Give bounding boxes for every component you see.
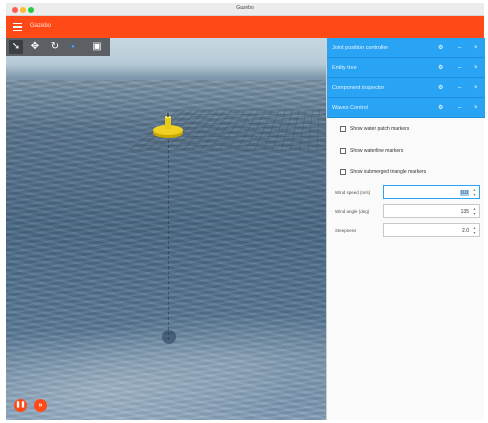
minimize-icon[interactable]: – [458,44,461,52]
wind-speed-spinner[interactable]: ▲ ▼ [472,188,477,197]
mooring-line [168,140,169,340]
plugin-entity-tree[interactable]: Entity tree ⚙ – × [327,58,485,78]
select-arrow-icon[interactable]: ➘ [9,40,23,54]
wind-speed-value[interactable]: 0.0 [460,190,469,196]
buoy-model[interactable] [152,113,184,139]
spin-up-icon[interactable]: ▲ [473,226,476,230]
wind-angle-input[interactable]: 135 ▲ ▼ [383,204,480,218]
wind-angle-label: Wind angle (deg) [335,209,370,214]
3d-scene-viewport[interactable]: ➘ ✥ ↻ ● ▣ ❚❚ » [6,38,326,420]
screenshot-icon[interactable]: ▣ [90,40,104,54]
scene-toolbar: ➘ ✥ ↻ ● ▣ [6,38,110,56]
close-icon[interactable]: × [474,44,478,52]
settings-icon[interactable]: ⚙ [438,44,443,52]
spin-up-icon[interactable]: ▲ [473,207,476,211]
minimize-icon[interactable]: – [458,104,461,112]
window-titlebar: Gazebo [6,3,484,16]
app-bar: Gazebo [6,16,484,38]
hamburger-menu-icon[interactable] [13,23,22,32]
checkbox-label: Show submerged triangle markers [350,169,427,175]
close-icon[interactable]: × [474,64,478,72]
checkbox-label: Show waterline markers [350,148,404,154]
light-icon[interactable]: ● [66,40,80,54]
plugin-title: Component inspector [332,85,385,91]
app-title: Gazebo [30,23,52,29]
anchor-marker [162,330,176,344]
settings-icon[interactable]: ⚙ [438,64,443,72]
steepness-input[interactable]: 2.0 ▲ ▼ [383,223,480,237]
ground-grid [129,109,326,151]
close-icon[interactable]: × [474,84,478,92]
pause-button[interactable]: ❚❚ [14,399,27,412]
plugin-title: Waves Control [332,105,368,111]
close-icon[interactable]: × [474,104,478,112]
steepness-spinner[interactable]: ▲ ▼ [472,226,477,235]
wind-speed-label: Wind speed (m/s) [335,190,371,195]
translate-icon[interactable]: ✥ [28,40,42,54]
spin-down-icon[interactable]: ▼ [473,231,476,235]
plugin-joint-position-controller[interactable]: Joint position controller ⚙ – × [327,38,485,58]
spin-up-icon[interactable]: ▲ [473,188,476,192]
checkbox-label: Show water patch markers [350,126,410,132]
step-button[interactable]: » [34,399,47,412]
plugin-title: Joint position controller [332,45,389,51]
settings-icon[interactable]: ⚙ [438,104,443,112]
plugin-component-inspector[interactable]: Component inspector ⚙ – × [327,78,485,98]
plugin-panel: Joint position controller ⚙ – × Entity t… [326,38,485,420]
steepness-label: Steepness [335,228,357,233]
plugin-title: Entity tree [332,65,357,71]
checkbox-box[interactable] [340,126,346,132]
wind-angle-spinner[interactable]: ▲ ▼ [472,207,477,216]
settings-icon[interactable]: ⚙ [438,84,443,92]
minimize-icon[interactable]: – [458,84,461,92]
wind-speed-input[interactable]: 0.0 ▲ ▼ [383,185,480,199]
rotate-icon[interactable]: ↻ [48,40,62,54]
spin-down-icon[interactable]: ▼ [473,193,476,197]
minimize-icon[interactable]: – [458,64,461,72]
plugin-waves-control[interactable]: Waves Control ⚙ – × [327,98,485,118]
spin-down-icon[interactable]: ▼ [473,212,476,216]
wind-angle-value[interactable]: 135 [461,209,469,215]
steepness-value[interactable]: 2.0 [462,228,469,234]
checkbox-box[interactable] [340,148,346,154]
checkbox-box[interactable] [340,169,346,175]
window-title: Gazebo [236,5,254,11]
